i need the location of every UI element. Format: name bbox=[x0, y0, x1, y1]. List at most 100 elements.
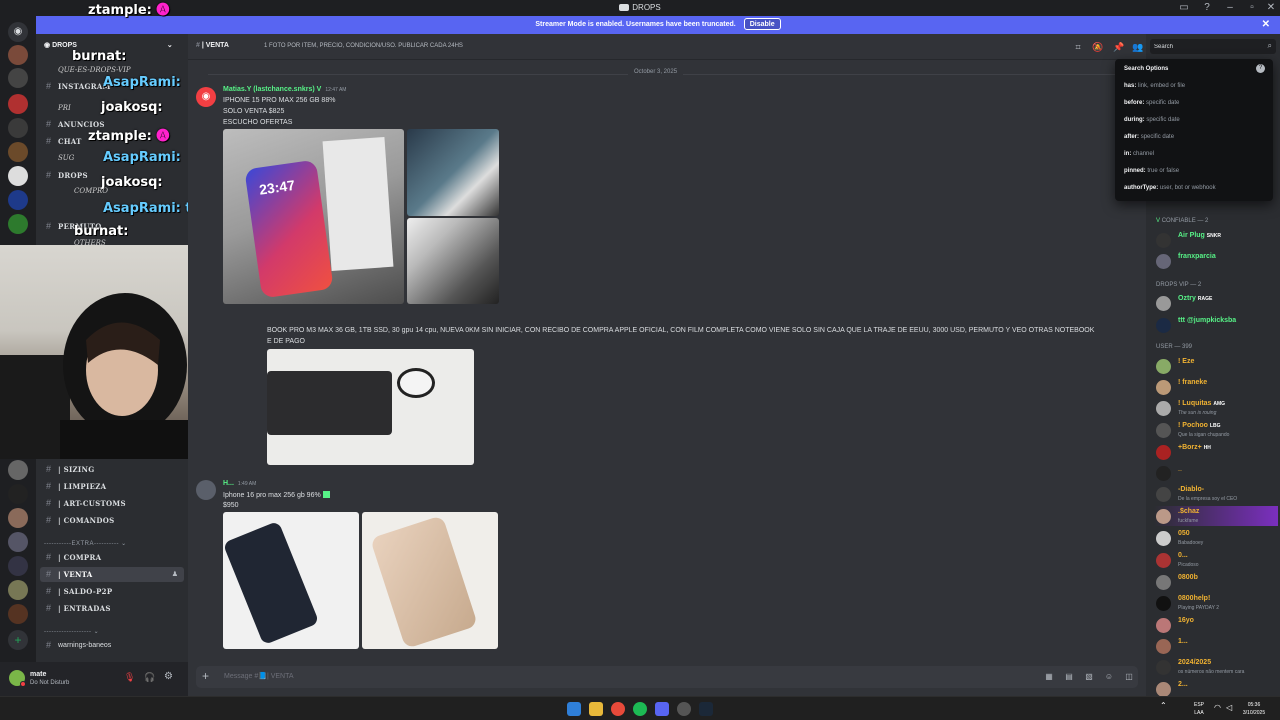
message-input[interactable]: Message #📘| VENTA bbox=[224, 672, 294, 680]
member-item[interactable]: _ bbox=[1154, 463, 1278, 483]
sticker-icon[interactable]: ▧ bbox=[1084, 672, 1094, 682]
gif-icon[interactable]: ▤ bbox=[1064, 672, 1074, 682]
search-option-during[interactable]: during: specific date bbox=[1124, 117, 1180, 123]
avatar[interactable]: ◉ bbox=[196, 87, 216, 107]
deafen-icon[interactable]: 🎧 bbox=[144, 672, 155, 683]
attachment-image[interactable] bbox=[407, 129, 499, 216]
member-item[interactable]: +Borz+ HH bbox=[1154, 442, 1278, 462]
search-option-authortype[interactable]: authorType: user, bot or webhook bbox=[1124, 185, 1216, 191]
channel-sizing[interactable]: # | SIZING bbox=[40, 462, 184, 477]
member-item[interactable]: 0800help! Playing PAYDAY 2 bbox=[1154, 593, 1278, 613]
close-button[interactable]: ✕ bbox=[1265, 2, 1277, 14]
server-icon[interactable] bbox=[8, 45, 28, 65]
notifications-icon[interactable]: 🔕 bbox=[1092, 41, 1104, 53]
app-icon[interactable] bbox=[677, 702, 691, 716]
member-item[interactable]: Oztry RAGE bbox=[1154, 293, 1278, 313]
chrome-icon[interactable] bbox=[611, 702, 625, 716]
discord-icon[interactable] bbox=[655, 702, 669, 716]
search-option-in[interactable]: in: channel bbox=[1124, 151, 1154, 157]
search-input[interactable] bbox=[1154, 41, 1258, 52]
close-banner-icon[interactable]: ✕ bbox=[1262, 16, 1270, 34]
search-box[interactable]: ⌕ bbox=[1150, 39, 1276, 54]
category-extra[interactable]: -----------EXTRA---------- ⌄ bbox=[44, 540, 127, 547]
server-icon[interactable] bbox=[8, 580, 28, 600]
member-item[interactable]: 050 Babadooey bbox=[1154, 528, 1278, 548]
emoji-icon[interactable]: ☺ bbox=[1104, 672, 1114, 682]
minimize-button[interactable]: – bbox=[1224, 2, 1236, 14]
server-icon[interactable] bbox=[8, 214, 28, 234]
search-option-pinned[interactable]: pinned: true or false bbox=[1124, 168, 1179, 174]
apps-icon[interactable]: ◫ bbox=[1124, 672, 1134, 682]
username[interactable]: mate bbox=[30, 671, 46, 678]
search-icon[interactable]: ⌕ bbox=[1268, 41, 1272, 51]
member-item[interactable]: 2... bbox=[1154, 679, 1278, 696]
gift-icon[interactable]: ▦ bbox=[1044, 672, 1054, 682]
server-icon[interactable] bbox=[8, 142, 28, 162]
attachment-image[interactable] bbox=[407, 218, 499, 304]
member-list-icon[interactable]: 👥 bbox=[1132, 41, 1144, 53]
server-icon[interactable] bbox=[8, 190, 28, 210]
mute-icon[interactable]: 🎙 bbox=[124, 672, 135, 683]
spotify-icon[interactable] bbox=[633, 702, 647, 716]
member-item[interactable]: Air Plug SNKR bbox=[1154, 230, 1278, 250]
server-icon[interactable] bbox=[8, 532, 28, 552]
channel-entradas[interactable]: # | ENTRADAS bbox=[40, 601, 184, 616]
maximize-button[interactable]: ▫ bbox=[1246, 2, 1258, 14]
server-icon[interactable] bbox=[8, 604, 28, 624]
channel-limpieza[interactable]: # | LIMPIEZA bbox=[40, 479, 184, 494]
channel-warnings-baneos[interactable]: # warnings-baneos bbox=[40, 638, 184, 653]
server-icon[interactable] bbox=[8, 508, 28, 528]
chevron-down-icon[interactable]: ⌄ bbox=[167, 42, 173, 49]
attachment-image[interactable]: 23:47 bbox=[223, 129, 404, 304]
file-explorer-icon[interactable] bbox=[589, 702, 603, 716]
member-item[interactable]: 0800b bbox=[1154, 572, 1278, 592]
help-icon[interactable]: ? bbox=[1256, 64, 1265, 73]
add-member-icon[interactable]: ♟ bbox=[172, 567, 178, 582]
server-name[interactable]: ◉ DROPS ⌄ bbox=[44, 41, 173, 49]
member-item[interactable]: .$chaz fuckfame bbox=[1154, 506, 1278, 526]
disable-streamer-mode-button[interactable]: Disable bbox=[743, 18, 781, 30]
steam-icon[interactable] bbox=[699, 702, 713, 716]
member-item[interactable]: ! Pochoo LBG Que la sigan chupando bbox=[1154, 420, 1278, 440]
search-option-before[interactable]: before: specific date bbox=[1124, 100, 1179, 106]
server-icon[interactable] bbox=[8, 166, 28, 186]
language-indicator[interactable]: ESP LAA bbox=[1190, 701, 1208, 717]
search-option-has[interactable]: has: link, embed or file bbox=[1124, 83, 1185, 89]
member-item[interactable]: 0... Picadoso bbox=[1154, 550, 1278, 570]
member-item[interactable]: franxparcia bbox=[1154, 251, 1278, 271]
volume-icon[interactable]: ◁ bbox=[1226, 703, 1232, 712]
server-icon[interactable] bbox=[8, 94, 28, 114]
windows-start-icon[interactable] bbox=[567, 702, 581, 716]
message-author[interactable]: H... 1:49 AM bbox=[223, 480, 256, 487]
member-item[interactable]: ! franeke bbox=[1154, 377, 1278, 397]
channel-saldo-p2p[interactable]: # | SALDO-P2P bbox=[40, 584, 184, 599]
attachment-image[interactable] bbox=[267, 349, 474, 465]
threads-icon[interactable]: ⌗ bbox=[1072, 41, 1084, 53]
wifi-icon[interactable]: ◠ bbox=[1214, 703, 1221, 712]
settings-gear-icon[interactable]: ⚙ bbox=[164, 671, 173, 682]
server-icon[interactable] bbox=[8, 118, 28, 138]
channel-art-customs[interactable]: # | ART-CUSTOMS bbox=[40, 496, 184, 511]
channel-compra[interactable]: # | COMPRA bbox=[40, 550, 184, 565]
search-option-after[interactable]: after: specific date bbox=[1124, 134, 1174, 140]
inbox-icon[interactable]: ▭ bbox=[1178, 2, 1190, 14]
member-item[interactable]: 2024/2025 os números não mentem cara bbox=[1154, 657, 1278, 677]
server-icon[interactable] bbox=[8, 556, 28, 576]
server-icon[interactable] bbox=[8, 484, 28, 504]
avatar[interactable] bbox=[196, 480, 216, 500]
upload-plus-icon[interactable]: + bbox=[202, 669, 209, 683]
member-item[interactable]: ! Eze bbox=[1154, 356, 1278, 376]
tray-chevron-icon[interactable]: ⌃ bbox=[1160, 701, 1167, 710]
pin-icon[interactable]: 📌 bbox=[1113, 41, 1125, 53]
server-icon[interactable] bbox=[8, 460, 28, 480]
member-item[interactable]: -Diablo- De la empresa soy el CEO bbox=[1154, 484, 1278, 504]
message-composer[interactable]: + Message #📘| VENTA ▦ ▤ ▧ ☺ ◫ bbox=[196, 666, 1138, 688]
member-item[interactable]: 1... bbox=[1154, 636, 1278, 656]
message-author[interactable]: Matias.Y (lastchance.snkrs) V 12:47 AM bbox=[223, 86, 346, 93]
channel-comandos[interactable]: # | COMANDOS bbox=[40, 513, 184, 528]
clock[interactable]: 05:36 3/10/2025 bbox=[1240, 701, 1268, 717]
attachment-image[interactable] bbox=[223, 512, 359, 649]
attachment-image[interactable] bbox=[362, 512, 498, 649]
channel-venta[interactable]: # | VENTA ♟ bbox=[40, 567, 184, 582]
member-item[interactable]: ttt @jumpkicksba bbox=[1154, 315, 1278, 335]
